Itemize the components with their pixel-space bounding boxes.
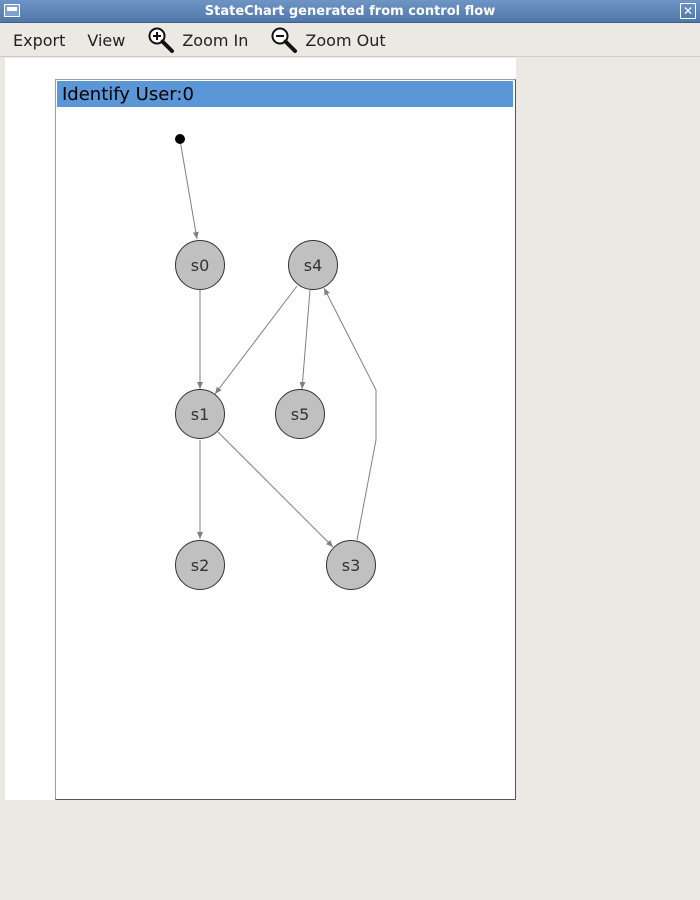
edge-s4-s5 (299, 289, 311, 390)
state-s5-label: s5 (291, 405, 310, 424)
edge-s3-s4 (323, 287, 377, 541)
state-s2[interactable]: s2 (175, 540, 225, 590)
state-s4-label: s4 (304, 256, 323, 275)
state-s0[interactable]: s0 (175, 240, 225, 290)
edge-initial-s0 (179, 139, 199, 240)
state-s5[interactable]: s5 (275, 389, 325, 439)
state-s1[interactable]: s1 (175, 389, 225, 439)
state-s3[interactable]: s3 (326, 540, 376, 590)
statechart-graph: s0 s4 s1 s5 s2 s3 (175, 134, 377, 590)
initial-state-dot (175, 134, 185, 144)
state-s0-label: s0 (191, 256, 210, 275)
state-s2-label: s2 (191, 556, 210, 575)
state-s1-label: s1 (191, 405, 210, 424)
state-s4[interactable]: s4 (288, 240, 338, 290)
state-s3-label: s3 (342, 556, 361, 575)
edge-s1-s3 (217, 431, 334, 548)
edge-s4-s1 (214, 285, 298, 395)
